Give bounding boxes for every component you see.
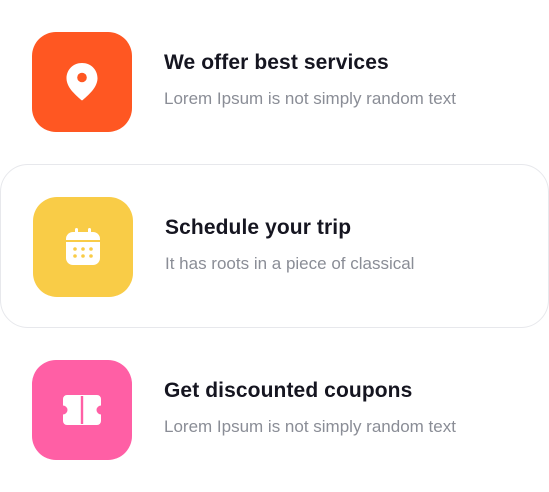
icon-tile-schedule [33, 197, 133, 297]
icon-tile-coupons [32, 360, 132, 460]
icon-tile-services [32, 32, 132, 132]
feature-item-schedule[interactable]: Schedule your trip It has roots in a pie… [0, 164, 549, 328]
feature-subtitle: Lorem Ipsum is not simply random text [164, 89, 456, 108]
ticket-icon [63, 395, 101, 425]
feature-item-services[interactable]: We offer best services Lorem Ipsum is no… [0, 0, 549, 164]
feature-list: We offer best services Lorem Ipsum is no… [0, 0, 549, 492]
calendar-icon [66, 228, 100, 265]
location-pin-icon [66, 63, 98, 101]
feature-title: Schedule your trip [165, 216, 352, 239]
feature-subtitle: It has roots in a piece of classical [165, 254, 415, 273]
feature-subtitle: Lorem Ipsum is not simply random text [164, 417, 456, 436]
feature-title: We offer best services [164, 51, 389, 74]
feature-item-coupons[interactable]: Get discounted coupons Lorem Ipsum is no… [0, 328, 549, 492]
feature-title: Get discounted coupons [164, 379, 413, 402]
